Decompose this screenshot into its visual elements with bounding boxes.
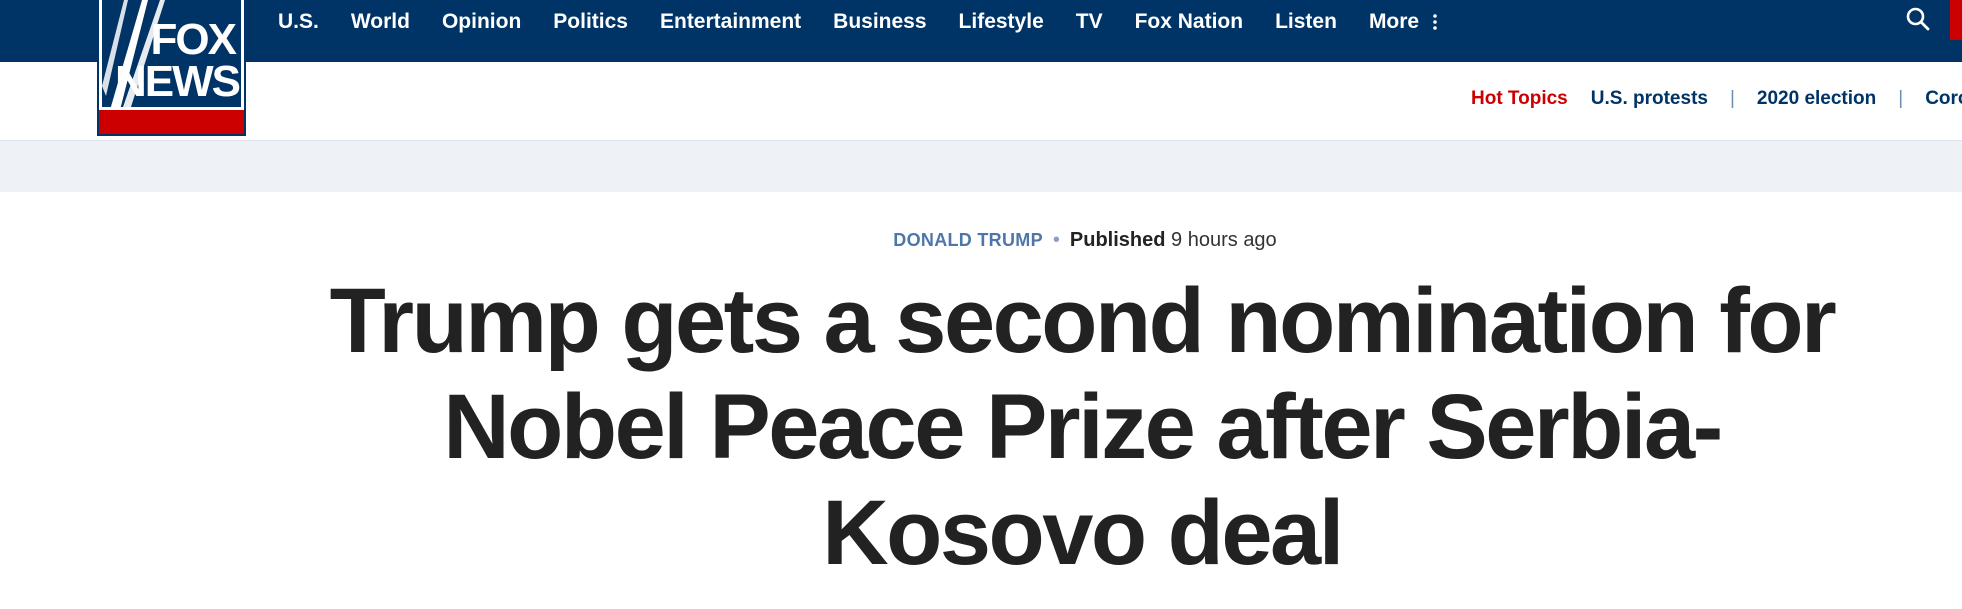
fox-news-logo[interactable]: FOX NEWS: [97, 0, 246, 136]
logo-text-news: NEWS: [115, 57, 241, 106]
article-headline: Trump gets a second nomination for Nobel…: [329, 270, 1837, 584]
nav-item-opinion[interactable]: Opinion: [442, 10, 521, 34]
logo-text-fox: FOX: [150, 15, 237, 64]
hot-topics-label: Hot Topics: [1471, 88, 1568, 109]
nav-more-button[interactable]: More: [1369, 10, 1437, 34]
main-nav: U.S. World Opinion Politics Entertainmen…: [278, 0, 1469, 44]
nav-item-business[interactable]: Business: [833, 10, 926, 34]
ad-banner-placeholder: [0, 141, 1962, 192]
nav-item-world[interactable]: World: [351, 10, 410, 34]
account-button[interactable]: [1950, 0, 1962, 40]
logo-red-bar: [99, 110, 244, 134]
nav-item-lifestyle[interactable]: Lifestyle: [959, 10, 1044, 34]
search-icon[interactable]: [1905, 6, 1931, 32]
nav-item-politics[interactable]: Politics: [553, 10, 628, 34]
meta-dot: •: [1052, 229, 1060, 251]
nav-item-more-label: More: [1368, 10, 1420, 33]
published-label: Published: [1069, 229, 1166, 251]
top-nav-bar: U.S. World Opinion Politics Entertainmen…: [0, 0, 1962, 62]
nav-item-fox-nation[interactable]: Fox Nation: [1135, 10, 1244, 34]
logo-box: FOX NEWS: [99, 0, 244, 110]
article-meta: DONALD TRUMP • Published 9 hours ago: [0, 229, 1962, 252]
topic-separator: |: [1898, 88, 1904, 109]
topic-link-2020-election[interactable]: 2020 election: [1757, 88, 1876, 110]
nav-item-entertainment[interactable]: Entertainment: [660, 10, 801, 34]
topic-link-us-protests[interactable]: U.S. protests: [1591, 88, 1708, 110]
article-category-link[interactable]: DONALD TRUMP: [893, 230, 1043, 250]
nav-item-listen[interactable]: Listen: [1275, 10, 1337, 34]
published-time: 9 hours ago: [1171, 229, 1277, 251]
nav-item-tv[interactable]: TV: [1076, 10, 1103, 34]
nav-item-us[interactable]: U.S.: [278, 10, 319, 34]
vertical-dots-icon: [1433, 14, 1437, 31]
topic-separator: |: [1729, 88, 1735, 109]
hot-topics-bar: Hot Topics U.S. protests | 2020 election…: [1471, 88, 1962, 110]
topic-link-coronavirus[interactable]: Corona: [1925, 88, 1962, 110]
